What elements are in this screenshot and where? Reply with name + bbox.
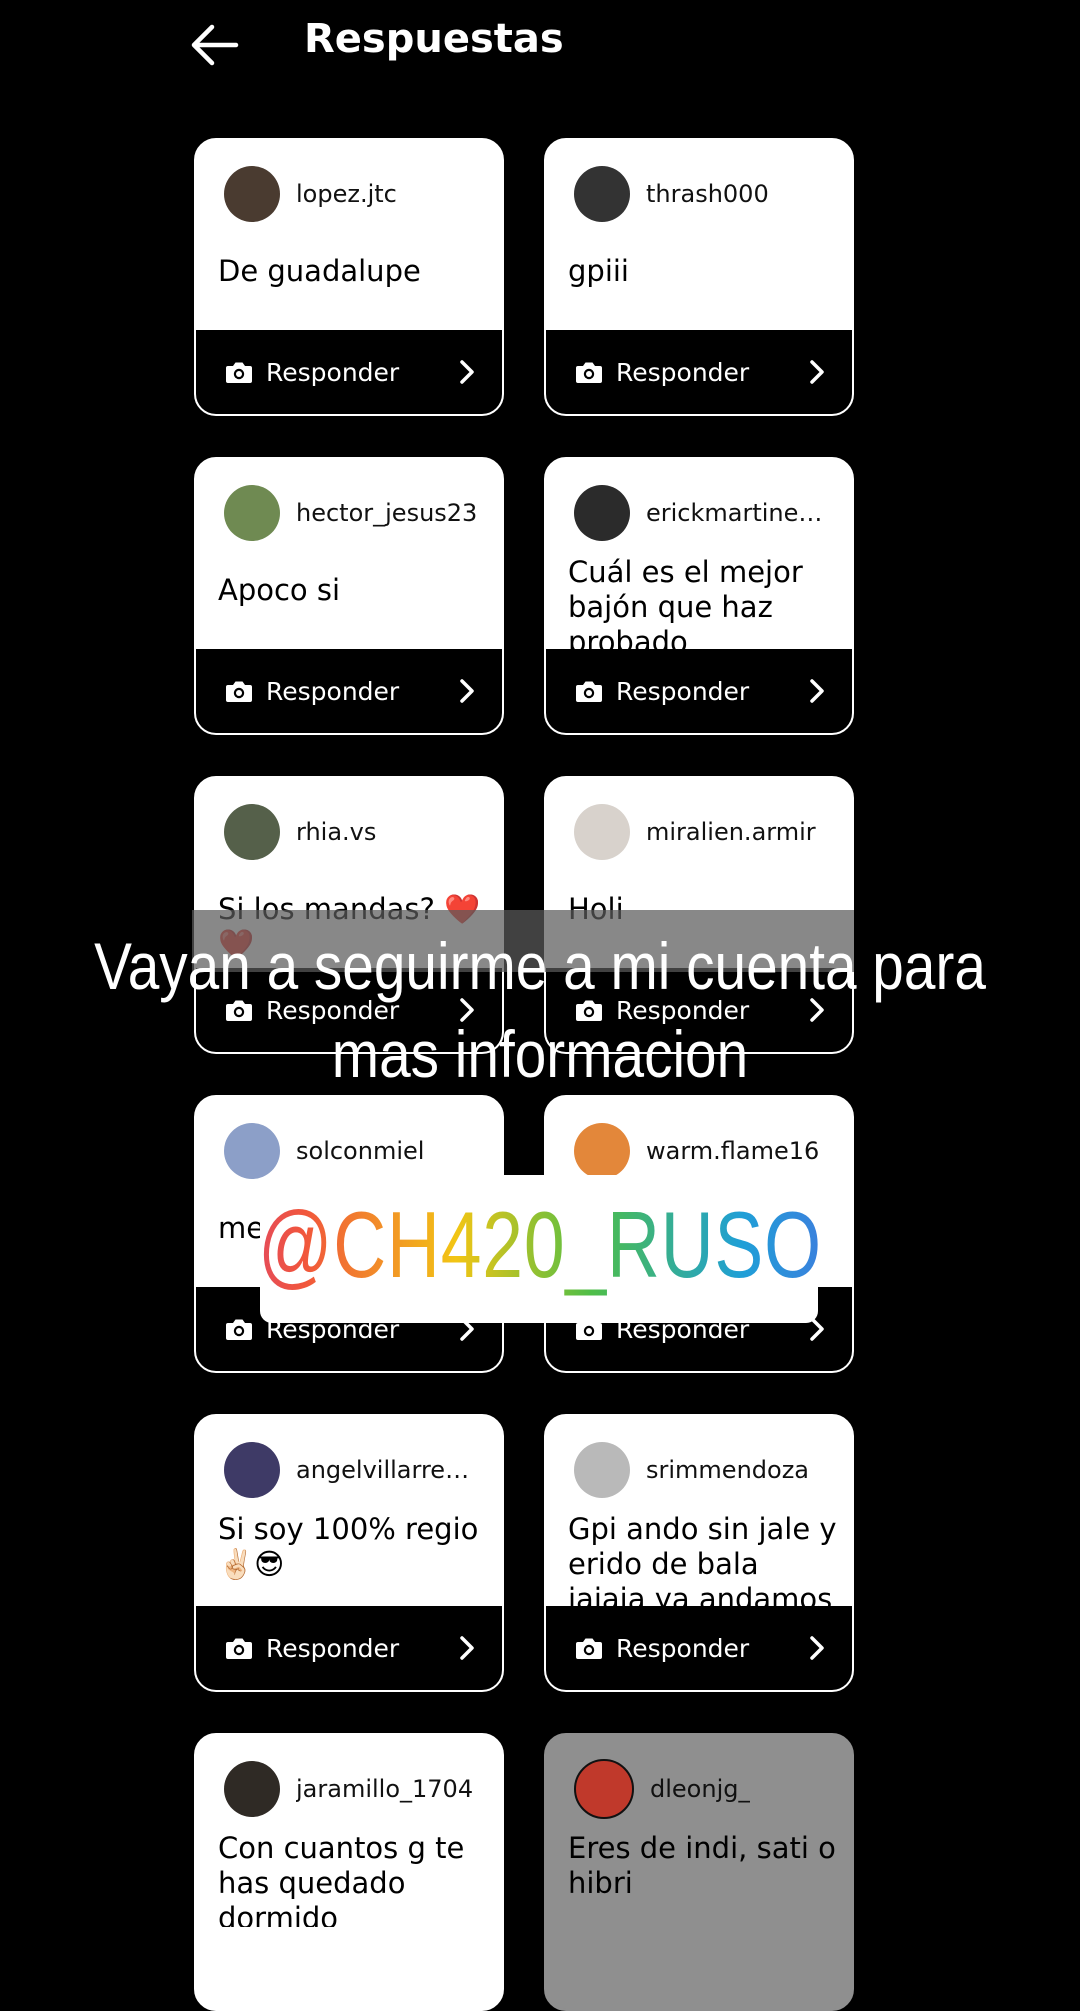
card-user[interactable]: angelvillarrea… — [224, 1442, 480, 1498]
camera-icon — [226, 1319, 252, 1340]
overlay-line-1: Vayan a seguirme a mi cuenta para — [94, 929, 986, 1003]
reply-label: Responder — [266, 676, 400, 706]
card-user[interactable]: miralien.armir — [574, 804, 816, 860]
camera-icon — [226, 681, 252, 702]
card-user[interactable]: srimmendoza — [574, 1442, 809, 1498]
chevron-right-icon — [460, 1636, 474, 1660]
avatar[interactable] — [224, 166, 280, 222]
avatar[interactable] — [224, 1123, 280, 1179]
card-user[interactable]: erickmartinez… — [574, 485, 830, 541]
reply-label: Responder — [266, 357, 400, 387]
avatar[interactable] — [574, 804, 630, 860]
camera-icon — [576, 362, 602, 383]
avatar[interactable] — [224, 485, 280, 541]
page-title: Respuestas — [304, 16, 564, 62]
username[interactable]: jaramillo_1704 — [296, 1775, 473, 1803]
avatar[interactable] — [574, 485, 630, 541]
reply-label: Responder — [616, 357, 750, 387]
response-card[interactable]: hector_jesus23 Apoco si Responder — [194, 457, 504, 735]
reply-button[interactable]: Responder — [546, 1606, 852, 1690]
username[interactable]: warm.flame16 — [646, 1137, 819, 1165]
camera-icon — [576, 1638, 602, 1659]
chevron-right-icon — [810, 360, 824, 384]
avatar[interactable] — [224, 804, 280, 860]
chevron-right-icon — [810, 679, 824, 703]
reply-label: Responder — [616, 1633, 750, 1663]
response-card[interactable]: angelvillarrea… Si soy 100% regio ✌🏻😎 Resp… — [194, 1414, 504, 1692]
avatar[interactable] — [224, 1442, 280, 1498]
handle-text[interactable]: @CH420_RUSO — [119, 1190, 961, 1300]
card-user[interactable]: jaramillo_1704 — [224, 1761, 473, 1817]
chevron-right-icon — [810, 1636, 824, 1660]
top-bar: Respuestas — [0, 0, 1080, 100]
chevron-right-icon — [460, 360, 474, 384]
avatar[interactable] — [574, 166, 630, 222]
reply-button[interactable]: Responder — [196, 1606, 502, 1690]
overlay-line-2: mas informacion — [331, 1017, 749, 1091]
username[interactable]: solconmiel — [296, 1137, 424, 1165]
card-user[interactable]: dleonjg_ — [574, 1759, 750, 1819]
card-user[interactable]: rhia.vs — [224, 804, 376, 860]
avatar[interactable] — [574, 1442, 630, 1498]
reply-button[interactable]: Responder — [196, 330, 502, 414]
response-card[interactable]: dleonjg_ Eres de indi, sati o hibri — [544, 1733, 854, 2011]
response-card[interactable]: erickmartinez… Cuál es el mejor bajón que… — [544, 457, 854, 735]
avatar[interactable] — [224, 1761, 280, 1817]
username[interactable]: srimmendoza — [646, 1456, 809, 1484]
card-user[interactable]: solconmiel — [224, 1123, 424, 1179]
reply-button[interactable]: Responder — [546, 649, 852, 733]
response-text: Eres de indi, sati o hibri — [568, 1831, 836, 1900]
card-user[interactable]: warm.flame16 — [574, 1123, 819, 1179]
response-card[interactable]: lopez.jtc De guadalupe Responder — [194, 138, 504, 416]
card-user[interactable]: hector_jesus23 — [224, 485, 477, 541]
card-user[interactable]: thrash000 — [574, 166, 769, 222]
reply-label: Responder — [616, 676, 750, 706]
camera-icon — [576, 681, 602, 702]
response-text: Gpi ando sin jale y erido de bala jajaja… — [568, 1512, 837, 1608]
username[interactable]: thrash000 — [646, 180, 769, 208]
response-text: Con cuantos g te has quedado dormido — [218, 1831, 465, 1927]
response-card[interactable]: jaramillo_1704 Con cuantos g te has queda… — [194, 1733, 504, 2011]
card-user[interactable]: lopez.jtc — [224, 166, 397, 222]
response-text: Cuál es el mejor bajón que haz probado — [568, 555, 803, 651]
username[interactable]: hector_jesus23 — [296, 499, 477, 527]
chevron-right-icon — [460, 679, 474, 703]
username[interactable]: rhia.vs — [296, 818, 376, 846]
camera-icon — [226, 362, 252, 383]
username[interactable]: dleonjg_ — [650, 1775, 750, 1803]
username[interactable]: miralien.armir — [646, 818, 816, 846]
username[interactable]: angelvillarrea… — [296, 1456, 480, 1484]
username[interactable]: lopez.jtc — [296, 180, 397, 208]
username[interactable]: erickmartinez… — [646, 499, 830, 527]
reply-label: Responder — [266, 1633, 400, 1663]
avatar[interactable] — [574, 1759, 634, 1819]
back-arrow-icon[interactable] — [188, 22, 240, 68]
overlay-message: Vayan a seguirme a mi cuenta para mas in… — [76, 922, 1005, 1098]
response-card[interactable]: thrash000 gpiii Responder — [544, 138, 854, 416]
response-card[interactable]: srimmendoza Gpi ando sin jale y erido de … — [544, 1414, 854, 1692]
camera-icon — [226, 1638, 252, 1659]
response-text: Si soy 100% regio ✌🏻😎 — [218, 1512, 479, 1581]
reply-button[interactable]: Responder — [546, 330, 852, 414]
reply-button[interactable]: Responder — [196, 649, 502, 733]
avatar[interactable] — [574, 1123, 630, 1179]
